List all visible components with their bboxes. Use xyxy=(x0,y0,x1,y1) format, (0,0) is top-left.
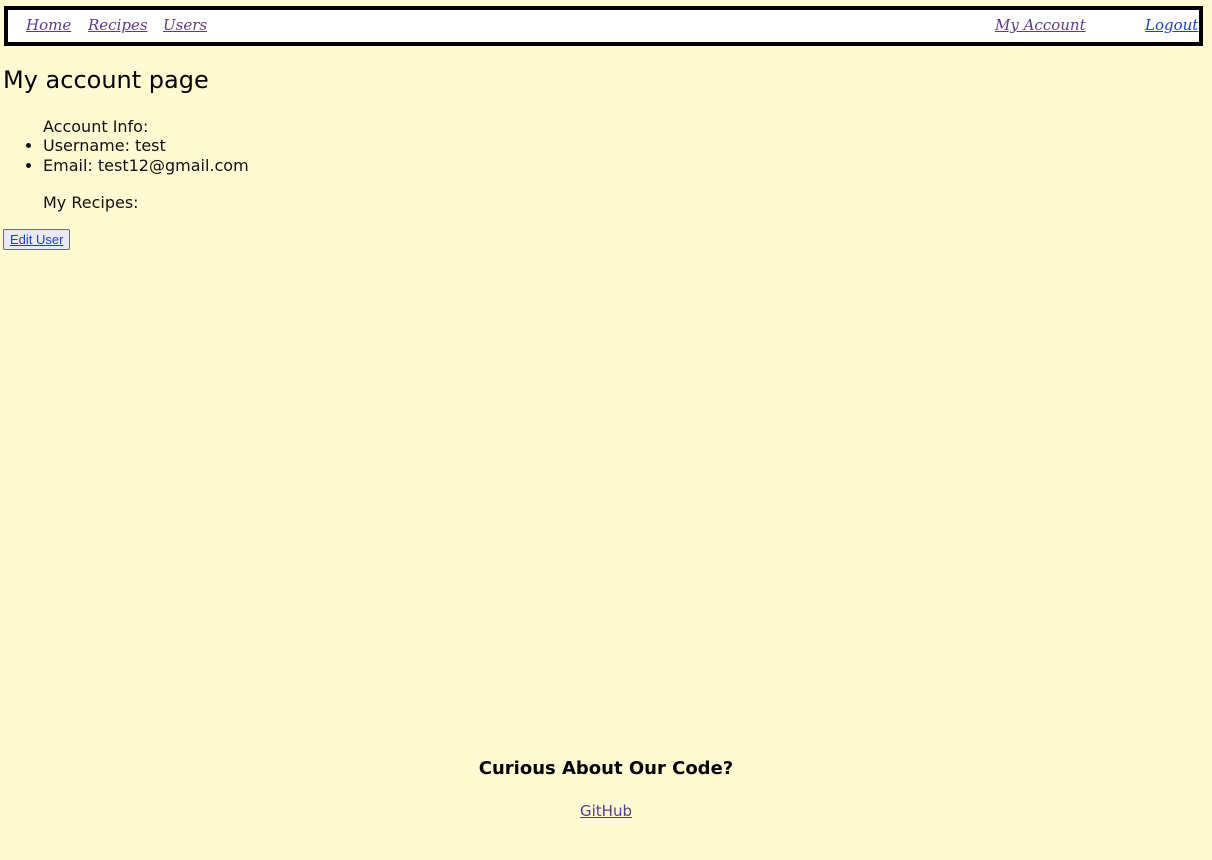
email-item: Email: test12@gmail.com xyxy=(43,156,249,176)
nav-link-users[interactable]: Users xyxy=(163,16,207,34)
page-title: My account page xyxy=(3,66,209,94)
top-navbar: Home Recipes Users My Account Logout xyxy=(4,6,1203,46)
account-info-list: Username: test Email: test12@gmail.com xyxy=(23,136,249,176)
username-item: Username: test xyxy=(43,136,249,156)
footer-link-container: GitHub xyxy=(0,802,1212,820)
github-link[interactable]: GitHub xyxy=(580,802,632,820)
nav-link-logout[interactable]: Logout xyxy=(1145,16,1198,34)
edit-user-button[interactable]: Edit User xyxy=(3,229,71,250)
footer-title: Curious About Our Code? xyxy=(478,758,734,779)
nav-link-recipes[interactable]: Recipes xyxy=(88,16,148,34)
my-recipes-label: My Recipes: xyxy=(43,193,139,212)
nav-link-home[interactable]: Home xyxy=(26,16,71,34)
account-info-label: Account Info: xyxy=(43,117,149,136)
nav-link-my-account[interactable]: My Account xyxy=(995,16,1086,34)
